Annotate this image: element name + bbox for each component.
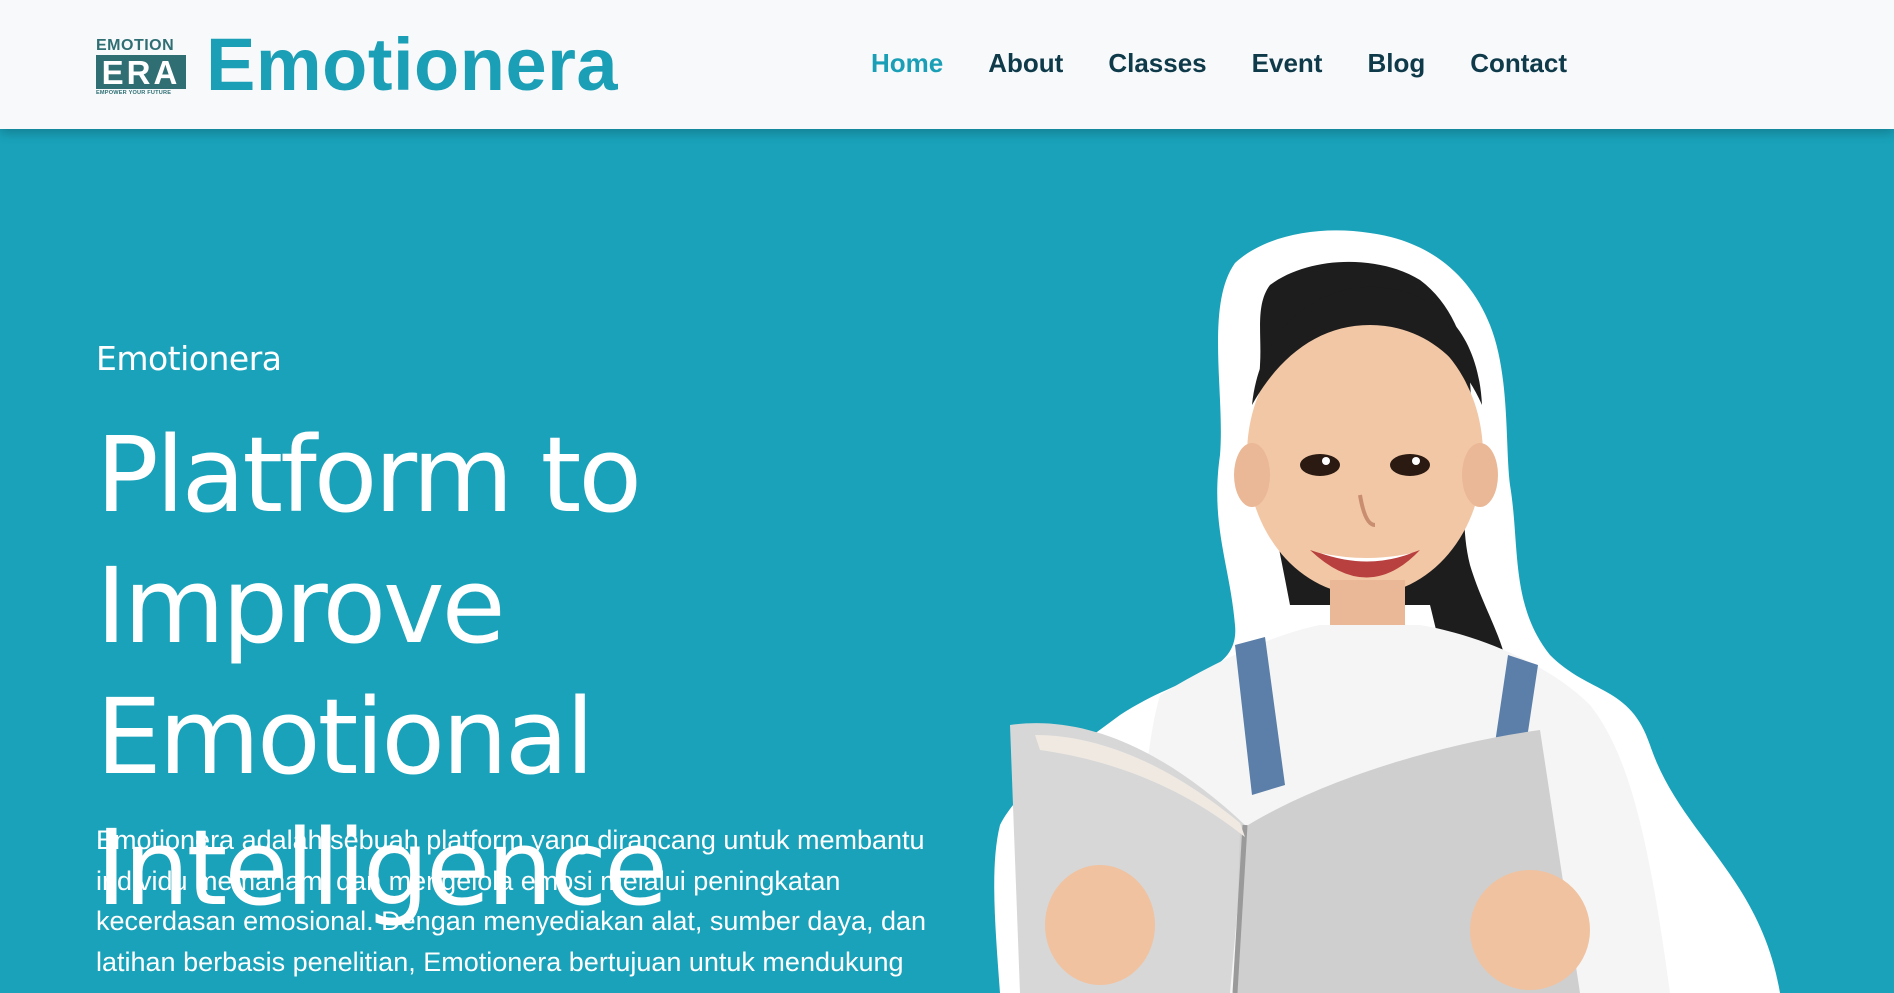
left-ear — [1234, 443, 1270, 507]
logo-top-text: EMOTION — [96, 37, 175, 54]
brand-name[interactable]: Emotionera — [206, 22, 618, 108]
logo-main-text: ERA — [102, 55, 181, 89]
hero-title-line: Improve Emotional — [96, 545, 594, 798]
right-eye — [1390, 454, 1430, 476]
right-hand — [1470, 870, 1590, 990]
hero-title-line: Platform to — [96, 414, 642, 536]
site-header: EMOTION ERA EMPOWER YOUR FUTURE Emotione… — [0, 0, 1894, 129]
nav-home[interactable]: Home — [871, 46, 943, 80]
logo[interactable]: EMOTION ERA EMPOWER YOUR FUTURE — [96, 38, 186, 100]
hero-description: Emotionera adalah sebuah platform yang d… — [96, 825, 927, 977]
hero-girl-reading-image — [994, 230, 1780, 993]
logo-tagline: EMPOWER YOUR FUTURE — [96, 90, 172, 96]
left-hand — [1045, 865, 1155, 985]
logo-era-mark: ERA — [96, 55, 186, 89]
main-nav: Home About Classes Event Blog Contact — [871, 46, 1612, 80]
hero-kicker: Emotionera — [96, 339, 282, 378]
nav-blog[interactable]: Blog — [1367, 46, 1425, 80]
left-eye — [1300, 454, 1340, 476]
nav-about[interactable]: About — [988, 46, 1063, 80]
right-ear — [1462, 443, 1498, 507]
nav-classes[interactable]: Classes — [1108, 46, 1206, 80]
nav-event[interactable]: Event — [1252, 46, 1323, 80]
nav-contact[interactable]: Contact — [1470, 46, 1567, 80]
